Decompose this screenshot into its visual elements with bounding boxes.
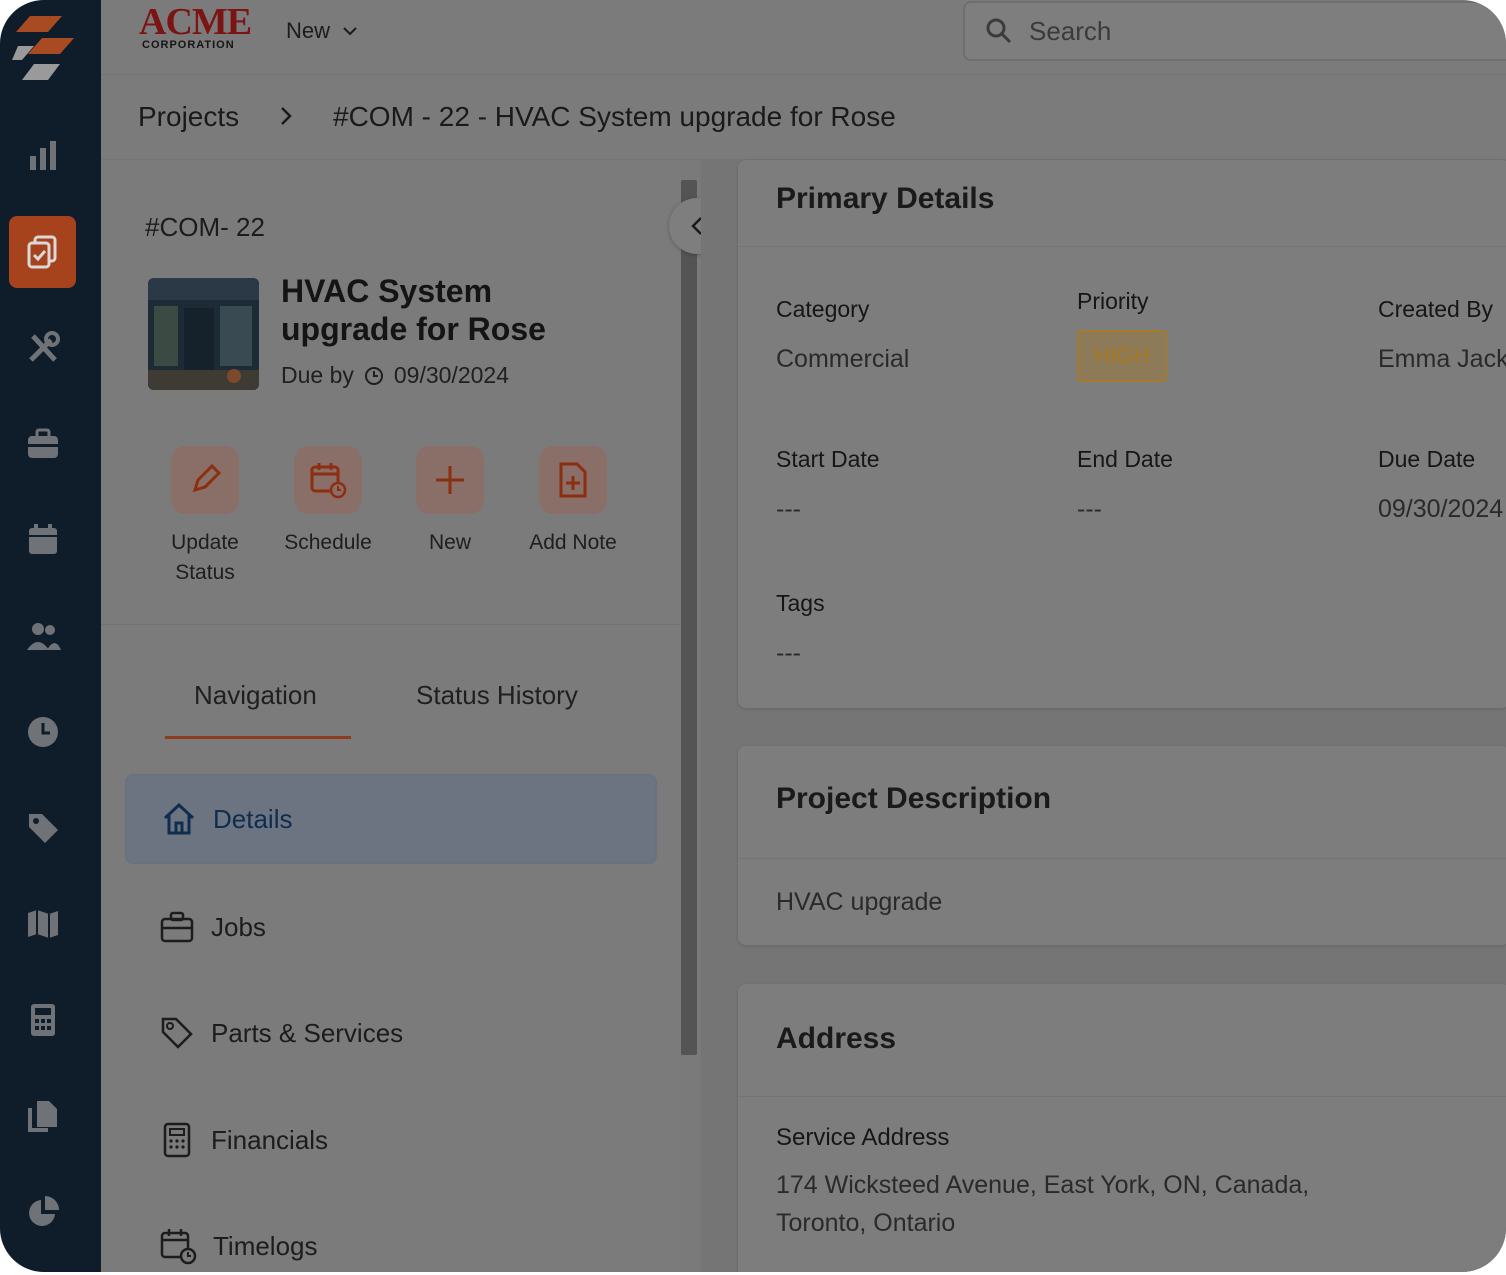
nav-item-timelogs[interactable]: Timelogs (125, 1203, 653, 1272)
calendar-icon[interactable] (21, 518, 65, 562)
start-date-value: --- (776, 495, 801, 523)
calendar-clock-icon (310, 463, 347, 499)
project-summary-panel: #COM- 22 HVAC System upgrade for Rose Du… (101, 160, 681, 1272)
home-icon (163, 802, 195, 835)
reports-pie-icon[interactable] (21, 1190, 65, 1234)
created-by-label: Created By (1378, 296, 1494, 322)
search-box[interactable] (963, 1, 1506, 61)
nav-item-financials[interactable]: Financials (125, 1097, 653, 1183)
nav-item-details[interactable]: Details (125, 774, 657, 864)
project-due: Due by 09/30/2024 (281, 362, 509, 389)
logo-wordmark: ACME (139, 1, 252, 43)
tab-navigation[interactable]: Navigation (194, 680, 317, 711)
breadcrumb-current: #COM - 22 - HVAC System upgrade for Rose (333, 101, 896, 132)
service-address-line2: Toronto, Ontario (776, 1209, 956, 1237)
add-note-label: Add Note (529, 531, 617, 554)
due-date-label: Due Date (1378, 446, 1476, 472)
end-date-value: --- (1077, 495, 1102, 523)
tags-label: Tags (776, 590, 825, 616)
tools-icon[interactable] (21, 326, 65, 370)
users-icon[interactable] (21, 614, 65, 658)
calendar-clock-icon (160, 1229, 197, 1265)
calculator-icon[interactable] (21, 998, 65, 1042)
nav-item-label: Jobs (211, 911, 266, 942)
breadcrumb-projects-link[interactable]: Projects (138, 101, 239, 133)
due-date: 09/30/2024 (393, 362, 509, 388)
top-bar: ACME CORPORATION New (101, 0, 1506, 75)
logo-subtitle: CORPORATION (142, 39, 235, 51)
map-icon[interactable] (21, 902, 65, 946)
chevron-right-icon (281, 107, 292, 125)
start-date-label: Start Date (776, 446, 880, 472)
tab-status-history[interactable]: Status History (416, 680, 578, 711)
divider (101, 624, 681, 625)
update-status-label: Update Status (171, 531, 239, 584)
panel-scrollbar[interactable] (681, 160, 701, 1272)
nav-item-label: Parts & Services (211, 1017, 404, 1048)
nav-item-label: Financials (211, 1124, 329, 1155)
card-title: Project Description (776, 782, 1052, 815)
details-content: Primary Details Category Commercial Prio… (701, 160, 1506, 1272)
card-title: Primary Details (776, 182, 995, 215)
due-prefix: Due by (281, 362, 354, 388)
add-note-button[interactable]: Add Note (503, 446, 643, 558)
plus-icon (436, 466, 464, 494)
calculator-icon (163, 1122, 191, 1158)
search-input[interactable] (1027, 14, 1431, 48)
due-date-value: 09/30/2024 (1378, 495, 1504, 523)
search-icon (986, 18, 1012, 44)
briefcase-icon (160, 911, 194, 943)
card-title: Address (776, 1022, 897, 1055)
active-tab-indicator (165, 736, 351, 739)
breadcrumb: Projects #COM - 22 - HVAC System upgrade… (101, 75, 1506, 160)
note-add-icon (559, 462, 587, 498)
new-menu-button[interactable]: New (286, 16, 358, 46)
app-logo-icon[interactable] (12, 16, 74, 82)
dashboard-icon[interactable] (21, 134, 65, 178)
new-button[interactable]: New (380, 446, 520, 558)
description-text: HVAC upgrade (776, 888, 943, 916)
priority-badge: HIGH (1077, 330, 1167, 382)
schedule-label: Schedule (284, 531, 372, 554)
category-value: Commercial (776, 345, 910, 373)
tag-icon[interactable] (21, 806, 65, 850)
nav-item-label: Timelogs (213, 1230, 318, 1261)
end-date-label: End Date (1077, 446, 1173, 472)
created-by-value: Emma Jack (1378, 345, 1506, 373)
primary-details-card: Primary Details Category Commercial Prio… (738, 160, 1506, 708)
project-thumbnail[interactable] (148, 278, 259, 390)
company-logo[interactable]: ACME CORPORATION (139, 1, 252, 51)
service-address-label: Service Address (776, 1124, 950, 1151)
chevron-down-icon (343, 27, 357, 36)
documents-icon[interactable] (21, 1094, 65, 1138)
nav-item-jobs[interactable]: Jobs (125, 884, 653, 970)
project-title: HVAC System upgrade for Rose (281, 273, 546, 347)
icon-sidebar (0, 0, 101, 1272)
tag-icon (161, 1017, 193, 1049)
project-description-card: Project Description HVAC upgrade (738, 746, 1506, 945)
priority-label: Priority (1077, 288, 1149, 314)
new-menu-label: New (286, 18, 331, 43)
clock-icon[interactable] (21, 710, 65, 754)
clock-icon (364, 366, 383, 385)
nav-item-parts-services[interactable]: Parts & Services (125, 990, 653, 1076)
service-address-line1: 174 Wicksteed Avenue, East York, ON, Can… (776, 1171, 1310, 1199)
projects-icon[interactable] (21, 230, 65, 274)
new-label: New (428, 531, 471, 554)
project-id: #COM- 22 (145, 212, 265, 242)
pencil-icon (192, 463, 222, 493)
scrollbar-thumb[interactable] (681, 180, 697, 1055)
app-window: ACME CORPORATION New Projects #COM - 22 … (0, 0, 1506, 1272)
schedule-button[interactable]: Schedule (258, 446, 398, 558)
nav-item-label: Details (213, 803, 293, 834)
address-card: Address Service Address 174 Wicksteed Av… (738, 984, 1506, 1272)
category-label: Category (776, 296, 870, 322)
tags-value: --- (776, 639, 801, 667)
update-status-button[interactable]: Update Status (135, 446, 275, 588)
briefcase-icon[interactable] (21, 422, 65, 466)
